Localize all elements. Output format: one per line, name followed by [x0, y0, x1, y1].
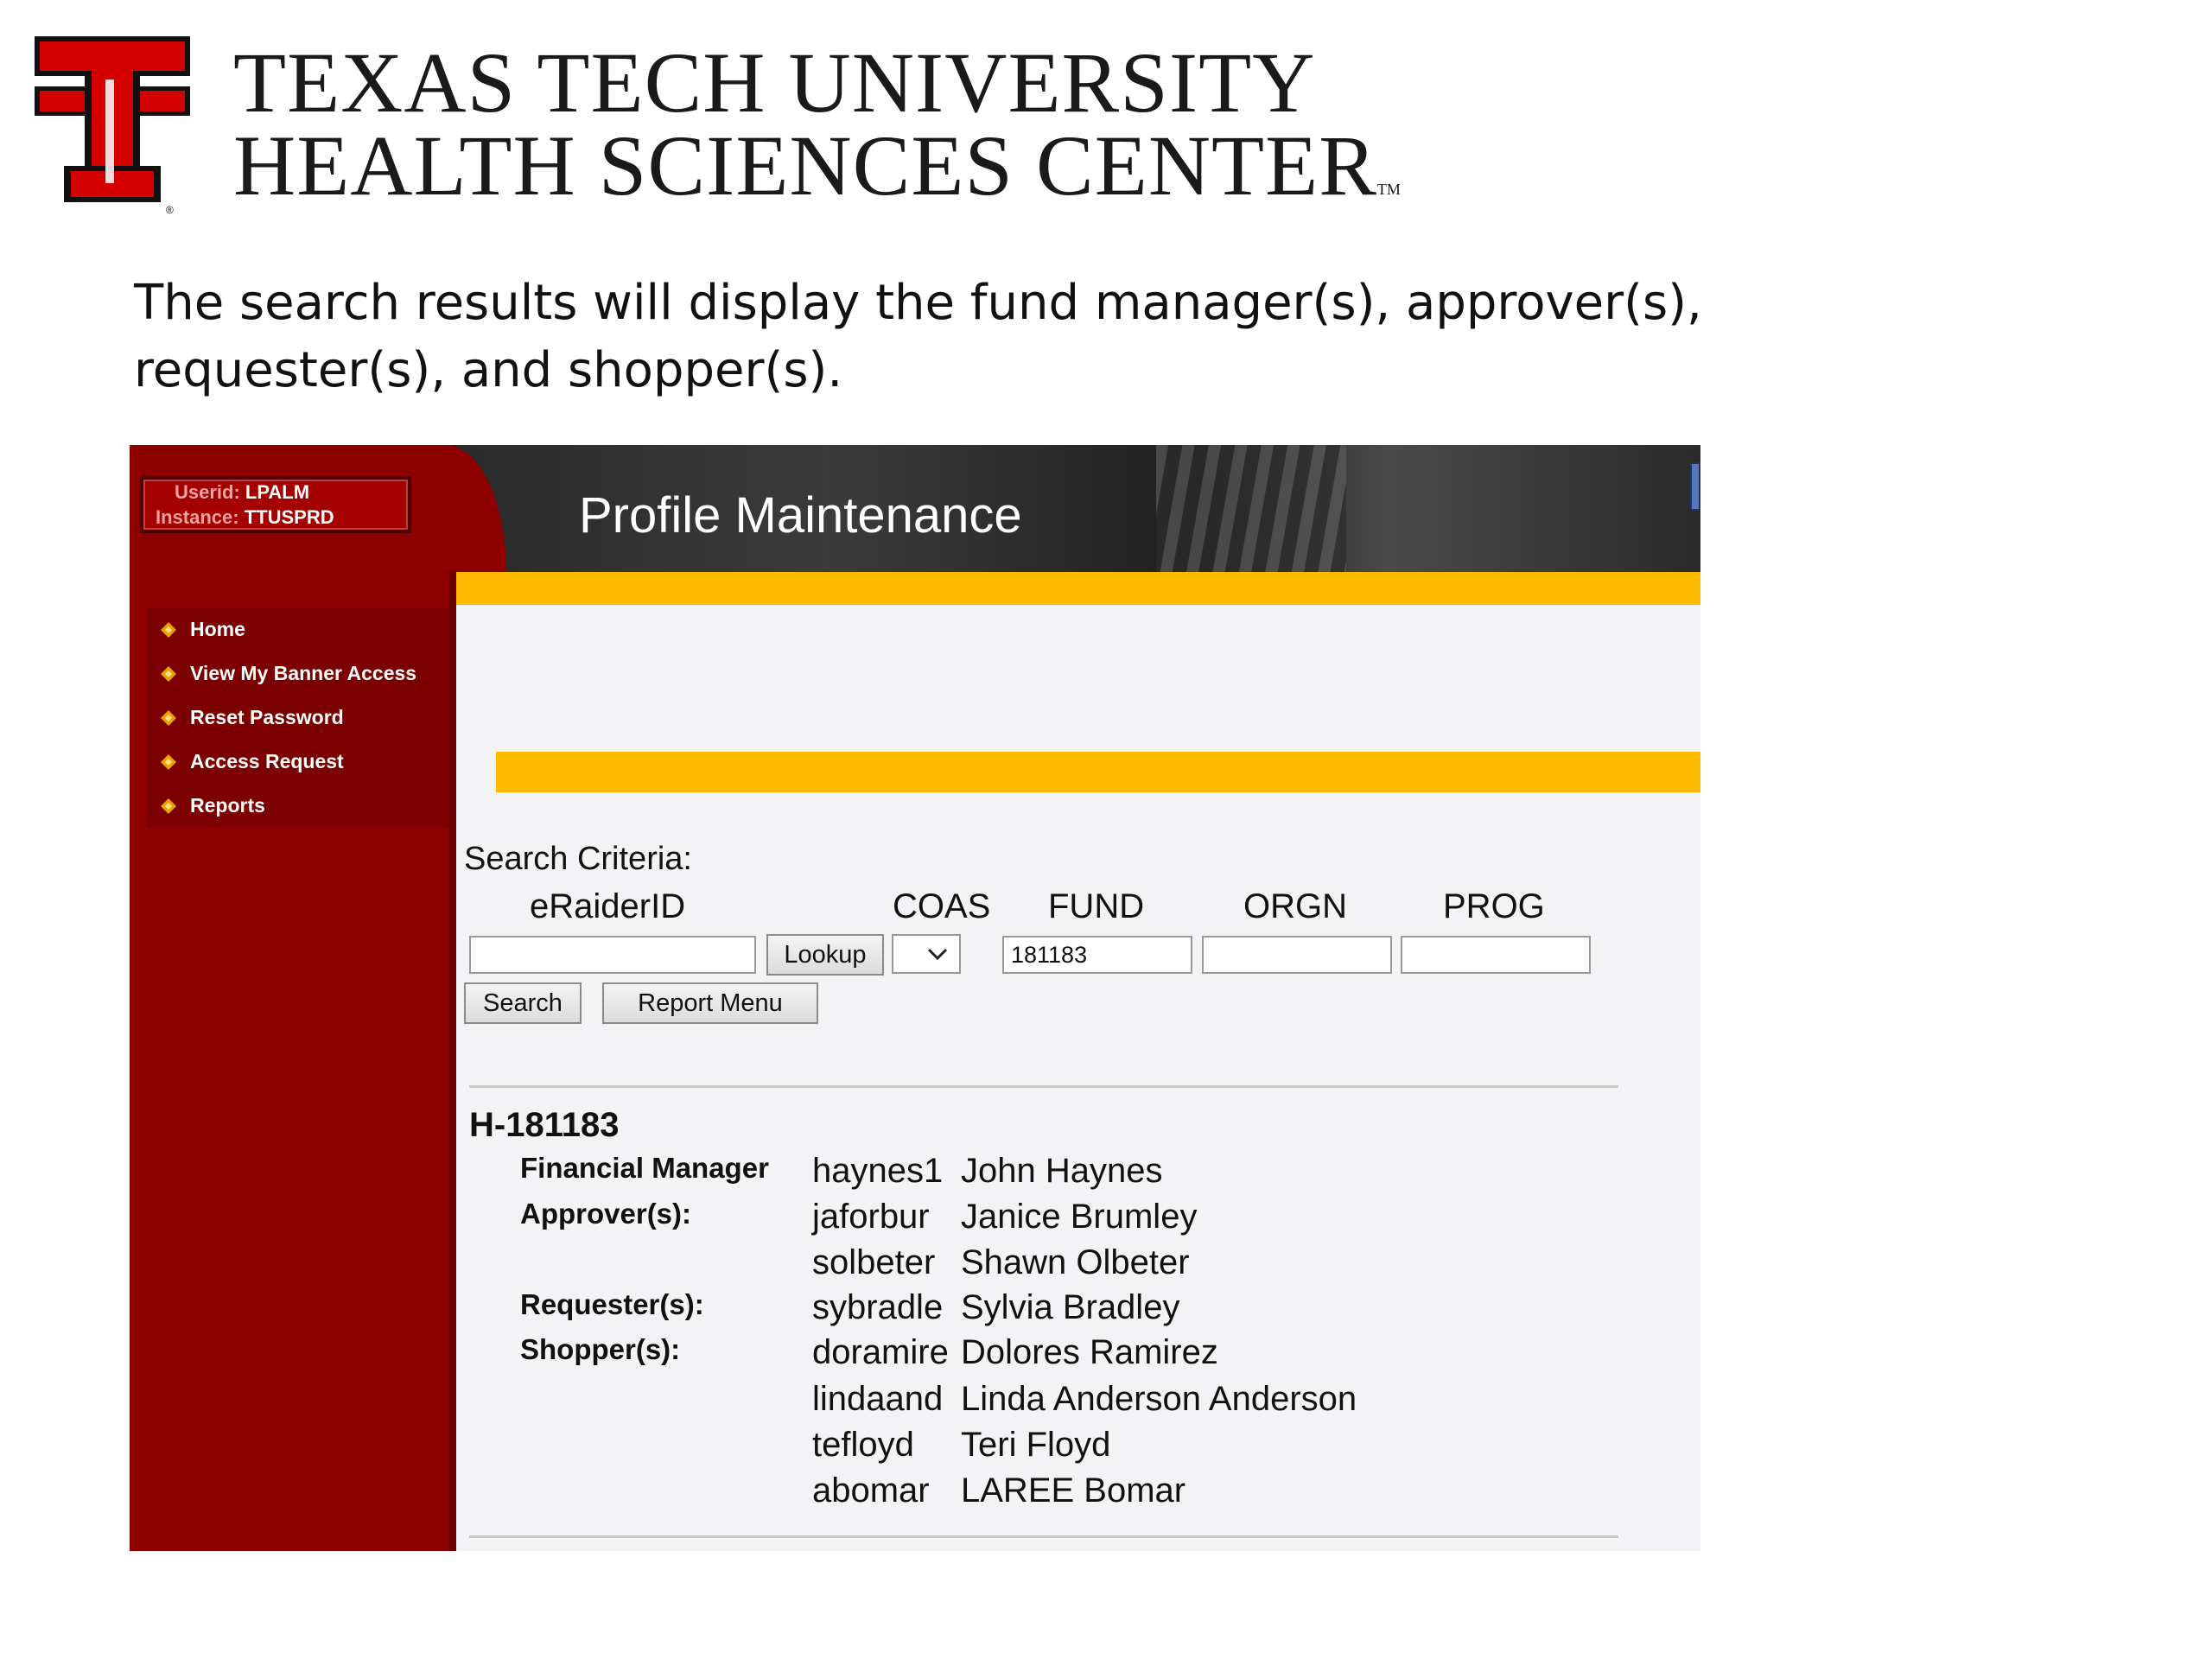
- result-userid: haynes1: [812, 1152, 944, 1190]
- diamond-bullet-icon: [161, 621, 176, 638]
- requesters-label: Requester(s):: [520, 1288, 704, 1320]
- coas-select[interactable]: [892, 934, 961, 974]
- result-name: Dolores Ramirez: [961, 1333, 1218, 1371]
- diamond-bullet-icon: [161, 798, 176, 814]
- gold-divider-top: [456, 572, 1700, 605]
- search-criteria-title: Search Criteria:: [464, 841, 692, 877]
- approvers-label: Approver(s):: [520, 1198, 692, 1230]
- banner-curve: [446, 445, 506, 572]
- result-name: Shawn Olbeter: [961, 1243, 1190, 1281]
- result-userid: doramire: [812, 1333, 949, 1371]
- instance-label: Instance:: [156, 506, 239, 528]
- banner-edge-control: [1690, 462, 1700, 511]
- sidebar-item-label: Reset Password: [190, 706, 344, 728]
- page-banner: Profile Maintenance: [446, 445, 1700, 572]
- diamond-bullet-icon: [161, 753, 176, 770]
- result-name: Sylvia Bradley: [961, 1288, 1180, 1326]
- financial-manager-label: Financial Manager: [520, 1152, 769, 1184]
- instance-value: TTUSPRD: [244, 506, 334, 528]
- registered-mark: ®: [166, 204, 174, 216]
- results-divider-top: [469, 1085, 1618, 1088]
- institution-name-line1: TEXAS TECH UNIVERSITY: [233, 35, 1316, 130]
- sidebar-item-view-banner-access[interactable]: View My Banner Access: [147, 652, 456, 696]
- texas-tech-logo: ®: [35, 36, 190, 216]
- app-window: Userid: LPALM Instance: TTUSPRD Home Vie…: [130, 445, 1700, 1551]
- sidebar-item-label: View My Banner Access: [190, 662, 417, 684]
- sidebar: Userid: LPALM Instance: TTUSPRD Home Vie…: [130, 445, 456, 1551]
- sidebar-item-reports[interactable]: Reports: [147, 784, 456, 828]
- result-name: John Haynes: [961, 1152, 1163, 1190]
- sidebar-item-access-request[interactable]: Access Request: [147, 740, 456, 784]
- prog-label: PROG: [1443, 887, 1545, 925]
- sidebar-item-reset-password[interactable]: Reset Password: [147, 696, 456, 740]
- result-name: LAREE Bomar: [961, 1471, 1186, 1510]
- diamond-bullet-icon: [161, 709, 176, 726]
- fund-label: FUND: [1048, 887, 1145, 925]
- slide-caption: The search results will display the fund…: [134, 275, 1702, 398]
- institution-name-line2: HEALTH SCIENCES CENTER: [233, 118, 1377, 213]
- fund-id-heading: H-181183: [469, 1106, 620, 1144]
- result-name: Linda Anderson Anderson: [961, 1380, 1357, 1418]
- userid-value: LPALM: [245, 481, 310, 503]
- sidebar-nav: Home View My Banner Access Reset Passwor…: [147, 607, 456, 828]
- result-userid: tefloyd: [812, 1426, 914, 1464]
- prog-input[interactable]: [1401, 936, 1591, 974]
- eraiderid-label: eRaiderID: [530, 887, 686, 925]
- coas-label: COAS: [893, 887, 991, 925]
- results-divider-bottom: [469, 1535, 1618, 1538]
- result-name: Janice Brumley: [961, 1198, 1198, 1236]
- shoppers-label: Shopper(s):: [520, 1333, 681, 1365]
- sidebar-item-home[interactable]: Home: [147, 607, 456, 652]
- sidebar-item-label: Reports: [190, 794, 265, 817]
- result-userid: sybradle: [812, 1288, 944, 1326]
- orgn-label: ORGN: [1243, 887, 1347, 925]
- result-userid: jaforbur: [812, 1198, 930, 1236]
- eraiderid-input[interactable]: [469, 936, 756, 974]
- result-userid: abomar: [812, 1471, 930, 1510]
- fund-input[interactable]: [1002, 936, 1192, 974]
- search-button[interactable]: Search: [464, 982, 582, 1024]
- trademark-mark: TM: [1376, 181, 1401, 198]
- institution-name: TEXAS TECH UNIVERSITY HEALTH SCIENCES CE…: [233, 35, 1401, 231]
- sidebar-item-label: Home: [190, 618, 245, 640]
- sidebar-item-label: Access Request: [190, 750, 344, 772]
- user-info-box: Userid: LPALM Instance: TTUSPRD: [140, 476, 411, 533]
- result-name: Teri Floyd: [961, 1426, 1111, 1464]
- result-userid: solbeter: [812, 1243, 936, 1281]
- gold-divider-bar: [496, 752, 1700, 792]
- result-userid: lindaand: [812, 1380, 944, 1418]
- lookup-button[interactable]: Lookup: [766, 934, 884, 976]
- chevron-down-icon: [927, 948, 948, 961]
- report-menu-button[interactable]: Report Menu: [602, 982, 818, 1024]
- page-title: Profile Maintenance: [579, 487, 1022, 543]
- banner-decoration: [1156, 445, 1346, 572]
- diamond-bullet-icon: [161, 665, 176, 682]
- orgn-input[interactable]: [1202, 936, 1392, 974]
- userid-label: Userid:: [175, 481, 240, 503]
